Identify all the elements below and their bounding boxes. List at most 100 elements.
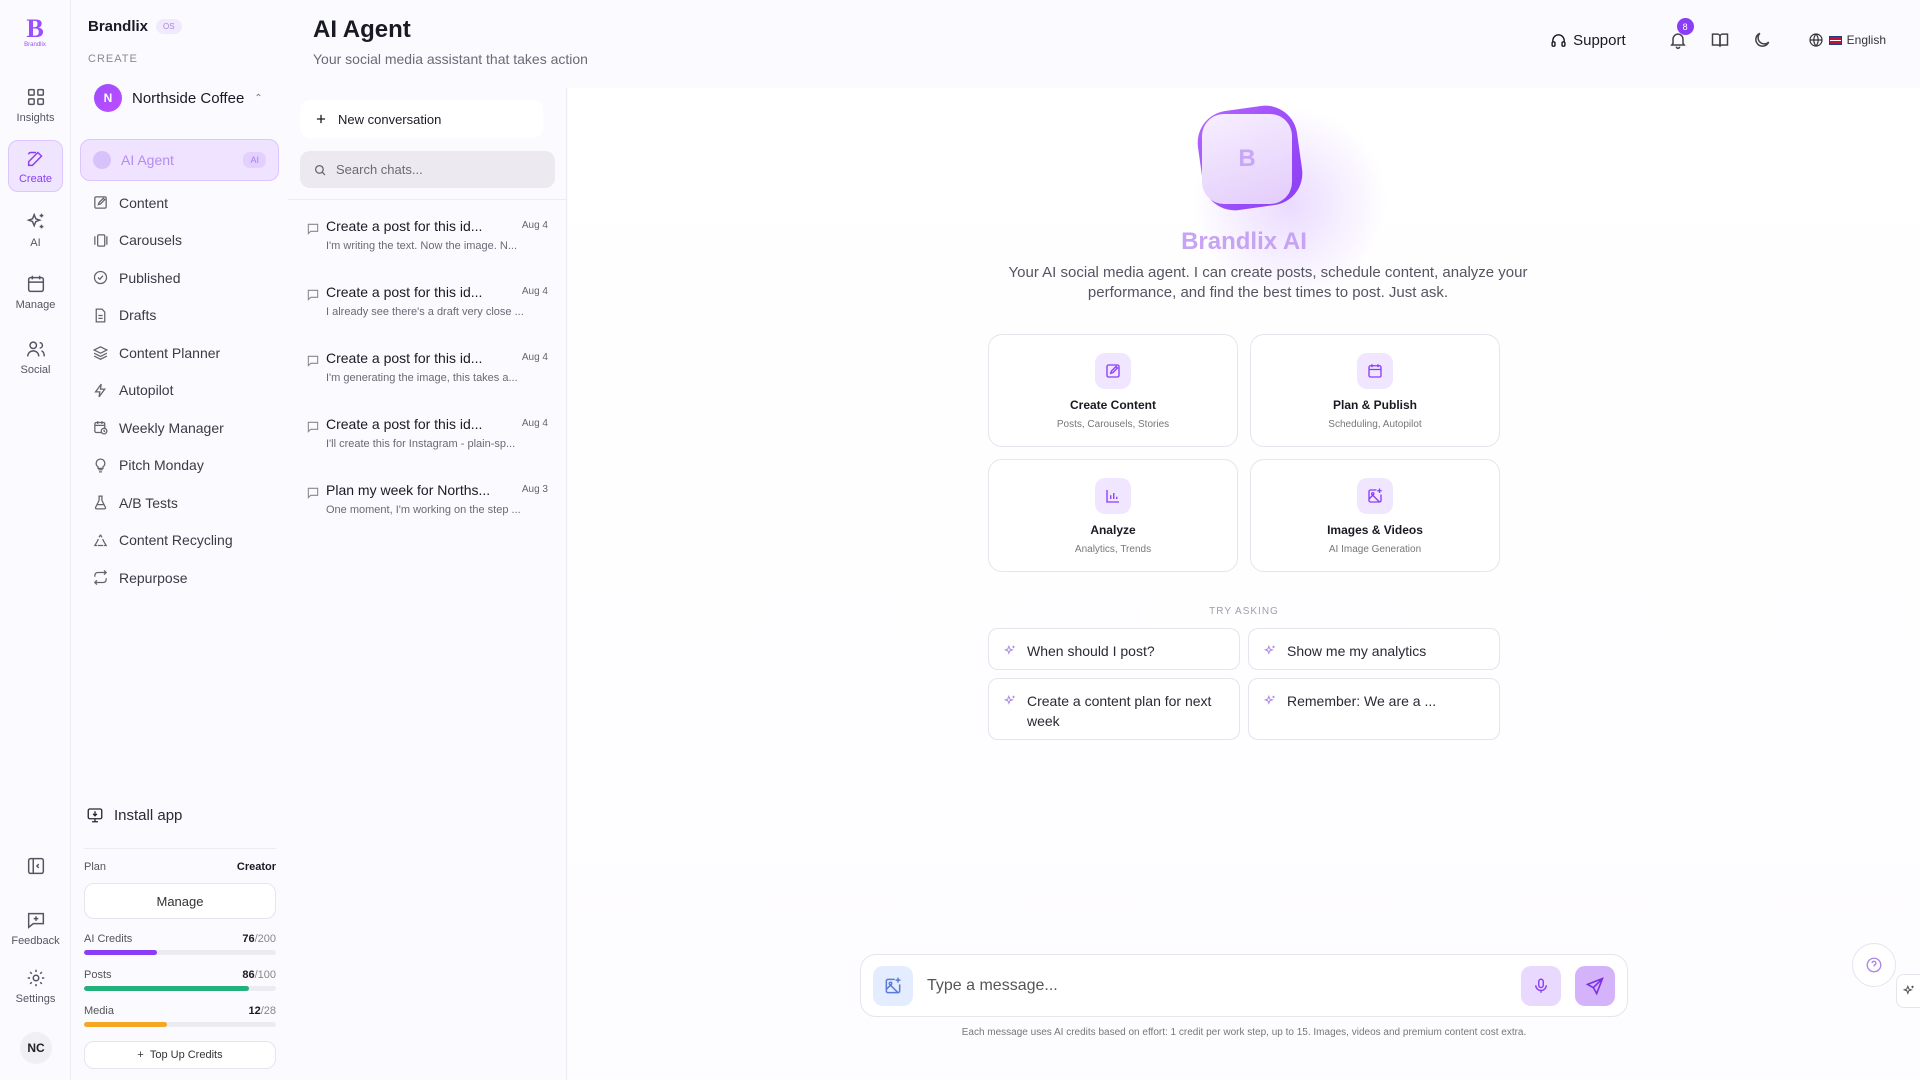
sidebar-item-content[interactable]: Content: [80, 184, 279, 222]
conversation-item[interactable]: Create a post for this id... Aug 4 I'll …: [306, 416, 556, 482]
conversation-item[interactable]: Create a post for this id... Aug 4 I alr…: [306, 284, 556, 350]
notifications-button[interactable]: 8: [1668, 18, 1694, 50]
plan-panel: Plan Creator Manage AI Credits 76/200 Pos…: [84, 848, 276, 1069]
meter-fill: [84, 950, 157, 955]
headset-icon: [1551, 33, 1566, 47]
sidebar-item-published[interactable]: Published: [80, 259, 279, 297]
carousel-icon: [94, 233, 108, 247]
rail-item-social[interactable]: Social: [8, 331, 63, 383]
rail-item-create[interactable]: Create: [8, 140, 63, 192]
docs-button[interactable]: [1710, 30, 1730, 50]
rail-item-feedback[interactable]: Feedback: [8, 902, 63, 954]
meter-label: Media: [84, 1005, 114, 1017]
attach-image-button[interactable]: [873, 965, 913, 1006]
meter-total: /100: [254, 969, 276, 981]
card-title: Images & Videos: [1327, 523, 1423, 537]
sparkles-icon: [1902, 984, 1914, 995]
icon-rail: B Brandlix Insights Create AI Manage Soc…: [0, 0, 71, 1080]
workspace-avatar: N: [94, 84, 122, 112]
users-icon: [26, 341, 45, 357]
sidebar-item-autopilot[interactable]: Autopilot: [80, 372, 279, 410]
help-button[interactable]: [1852, 943, 1896, 987]
send-icon: [1585, 976, 1604, 995]
manage-plan-button[interactable]: Manage: [84, 883, 276, 919]
user-avatar[interactable]: NC: [20, 1032, 52, 1064]
support-button[interactable]: Support: [1550, 32, 1626, 49]
lightbulb-icon: [95, 458, 106, 473]
rail-item-insights[interactable]: Insights: [8, 79, 63, 131]
collapse-sidebar-button[interactable]: [8, 842, 63, 894]
sidebar-item-label: Content Recycling: [119, 532, 233, 549]
message-square-icon: [307, 289, 319, 301]
sidebar-item-content-planner[interactable]: Content Planner: [80, 334, 279, 372]
image-plus-icon: [1357, 478, 1393, 514]
workspace-switcher[interactable]: N Northside Coffee ⌃: [94, 84, 263, 112]
rail-item-manage[interactable]: Manage: [8, 266, 63, 318]
suggestion-text: When should I post?: [1027, 643, 1155, 659]
sidebar-item-label: Drafts: [119, 307, 157, 324]
layers-icon: [92, 346, 109, 361]
search-input[interactable]: [336, 162, 536, 177]
conversation-item[interactable]: Create a post for this id... Aug 4 I'm w…: [306, 218, 556, 284]
page-subtitle: Your social media assistant that takes a…: [313, 51, 588, 67]
sidebar-item-label: Content: [119, 194, 169, 211]
sparkles-icon: [1003, 694, 1015, 705]
card-title: Create Content: [1069, 398, 1156, 412]
suggestion-chip[interactable]: When should I post?: [988, 628, 1240, 670]
conversation-item[interactable]: Plan my week for Norths... Aug 3 One mom…: [306, 482, 556, 548]
sidebar-item-content-recycling[interactable]: Content Recycling: [80, 522, 279, 560]
sparkles-icon: [1263, 694, 1275, 705]
language-label: English: [1846, 33, 1886, 47]
rail-item-ai[interactable]: AI: [8, 204, 63, 256]
suggestion-chip[interactable]: Create a content plan for next week: [988, 678, 1240, 740]
send-button[interactable]: [1575, 965, 1615, 1006]
credits-footnote: Each message uses AI credits based on ef…: [961, 1027, 1527, 1038]
suggestion-chip[interactable]: Show me my analytics: [1248, 628, 1500, 670]
plan-label: Plan: [84, 861, 107, 873]
sidebar-item-label: AI Agent: [121, 152, 174, 168]
divider: [288, 199, 567, 200]
conversation-item[interactable]: Create a post for this id... Aug 4 I'm g…: [306, 350, 556, 416]
install-app-button[interactable]: Install app: [86, 806, 182, 824]
conversation-preview: I already see there's a draft very close…: [326, 306, 524, 318]
sidebar-item-ai-agent[interactable]: AI Agent AI: [80, 139, 279, 181]
sidebar-item-carousels[interactable]: Carousels: [80, 222, 279, 260]
moon-icon: [1754, 32, 1769, 47]
conversation-date: Aug 4: [521, 418, 548, 429]
meter-label: AI Credits: [84, 933, 133, 945]
sidebar-item-repurpose[interactable]: Repurpose: [80, 559, 279, 597]
brand-name: Brandlix: [88, 18, 149, 35]
capability-cards: Create Content Posts, Carousels, Stories…: [988, 334, 1502, 572]
sidebar-item-pitch-monday[interactable]: Pitch Monday: [80, 447, 279, 485]
sidebar-item-label: Repurpose: [119, 569, 188, 586]
gear-icon: [27, 969, 44, 987]
sidebar-item-weekly-manager[interactable]: Weekly Manager: [80, 409, 279, 447]
card-title: Analyze: [1090, 523, 1136, 537]
meter-used: 76: [242, 933, 255, 945]
sidebar-item-ab-tests[interactable]: A/B Tests: [80, 484, 279, 522]
conversation-title: Create a post for this id...: [326, 416, 483, 432]
posts-meter: Posts 86/100: [84, 969, 276, 991]
plan-publish-card[interactable]: Plan & Publish Scheduling, Autopilot: [1250, 334, 1500, 447]
voice-input-button[interactable]: [1521, 965, 1561, 1006]
analyze-card[interactable]: Analyze Analytics, Trends: [988, 459, 1238, 572]
conversation-preview: I'm generating the image, this takes a..…: [326, 372, 518, 384]
create-content-card[interactable]: Create Content Posts, Carousels, Stories: [988, 334, 1238, 447]
new-conversation-button[interactable]: New conversation: [300, 100, 543, 138]
language-selector[interactable]: English: [1808, 32, 1886, 48]
message-input[interactable]: [927, 976, 1507, 995]
rail-item-settings[interactable]: Settings: [8, 960, 63, 1012]
uk-flag-icon: [1828, 35, 1842, 45]
sidebar-item-label: A/B Tests: [119, 494, 178, 511]
check-circle-icon: [93, 271, 108, 285]
sidebar-item-drafts[interactable]: Drafts: [80, 297, 279, 335]
theme-toggle-button[interactable]: [1752, 30, 1772, 50]
card-subtitle: AI Image Generation: [1328, 544, 1422, 555]
top-up-credits-button[interactable]: + Top Up Credits: [84, 1041, 276, 1069]
hero-description: Your AI social media agent. I can create…: [1008, 264, 1528, 301]
brand-logo[interactable]: B Brandlix: [19, 16, 51, 50]
recycle-icon: [93, 534, 108, 546]
suggestion-chip[interactable]: Remember: We are a ...: [1248, 678, 1500, 740]
ai-assist-tab[interactable]: [1896, 974, 1920, 1008]
images-videos-card[interactable]: Images & Videos AI Image Generation: [1250, 459, 1500, 572]
